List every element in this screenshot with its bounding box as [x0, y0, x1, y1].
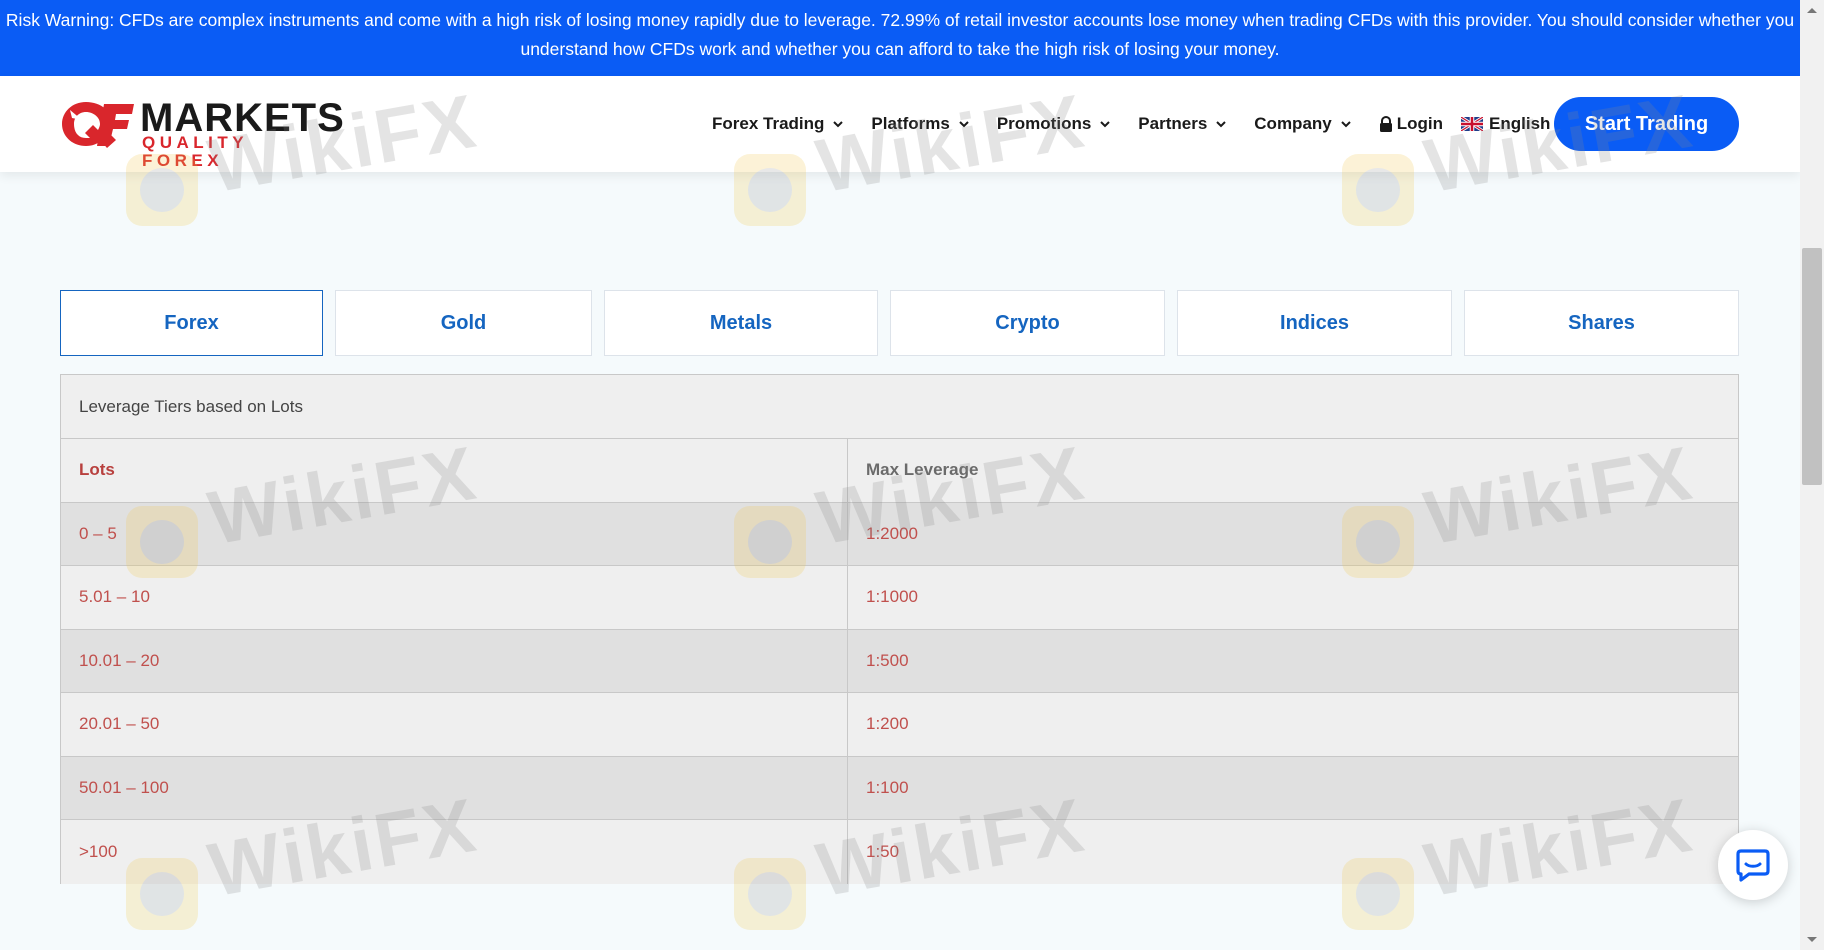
- login-label: Login: [1396, 114, 1444, 133]
- nav-company[interactable]: Company: [1254, 114, 1351, 134]
- site-header: MARKETS QUALITY FOREX Forex Trading Plat…: [0, 76, 1800, 172]
- lots-cell: 50.01 – 100: [61, 756, 848, 819]
- site-logo[interactable]: MARKETS QUALITY FOREX: [60, 98, 344, 170]
- logo-wordmark: MARKETS: [140, 96, 345, 140]
- table-row: 0 – 5 1:2000: [61, 502, 1738, 566]
- chevron-down-icon: [833, 121, 844, 128]
- nav-platforms[interactable]: Platforms: [871, 114, 969, 134]
- tab-gold[interactable]: Gold: [335, 290, 592, 356]
- chevron-down-icon: [959, 121, 969, 128]
- chevron-down-icon: [1216, 121, 1226, 128]
- lots-cell: 0 – 5: [61, 502, 848, 565]
- lots-cell: 20.01 – 50: [61, 693, 848, 756]
- leverage-cell: 1:500: [866, 650, 909, 670]
- leverage-cell: 1:50: [866, 841, 900, 861]
- language-label: English: [1489, 114, 1551, 133]
- lots-cell: 5.01 – 10: [61, 566, 848, 629]
- scroll-up-arrow-icon[interactable]: [1800, 0, 1824, 20]
- scrollbar-thumb[interactable]: [1802, 248, 1822, 485]
- tab-crypto[interactable]: Crypto: [890, 290, 1165, 356]
- table-row: 10.01 – 20 1:500: [61, 629, 1738, 693]
- risk-warning-banner: Risk Warning: CFDs are complex instrumen…: [0, 0, 1800, 76]
- scroll-down-arrow-icon[interactable]: [1800, 930, 1824, 950]
- nav-promotions[interactable]: Promotions: [996, 114, 1111, 134]
- page-scrollbar[interactable]: [1800, 0, 1824, 950]
- lock-icon: [1379, 115, 1392, 132]
- nav-label: Platforms: [871, 114, 950, 133]
- leverage-table: Leverage Tiers based on Lots Lots Max Le…: [60, 374, 1739, 884]
- nav-partners[interactable]: Partners: [1138, 114, 1226, 134]
- tab-metals[interactable]: Metals: [604, 290, 878, 356]
- nav-forex-trading[interactable]: Forex Trading: [712, 114, 844, 134]
- risk-warning-text: Risk Warning: CFDs are complex instrumen…: [5, 10, 1795, 59]
- chat-icon: [1736, 849, 1770, 882]
- table-header-row: Lots Max Leverage: [61, 439, 1738, 503]
- main-nav: Forex Trading Platforms Promotions Partn…: [712, 76, 1570, 172]
- table-row: 5.01 – 10 1:1000: [61, 566, 1738, 630]
- leverage-cell: 1:1000: [866, 587, 918, 607]
- leverage-cell: 1:2000: [866, 523, 918, 543]
- nav-label: Partners: [1138, 114, 1208, 133]
- live-chat-button[interactable]: [1718, 830, 1788, 900]
- tab-indices[interactable]: Indices: [1177, 290, 1452, 356]
- tab-forex[interactable]: Forex: [60, 290, 323, 356]
- qf-logo-icon: [62, 102, 134, 148]
- header-lots: Lots: [61, 439, 848, 502]
- nav-login[interactable]: Login: [1379, 114, 1443, 134]
- nav-label: Forex Trading: [712, 114, 825, 133]
- instrument-tabs: Forex Gold Metals Crypto Indices Shares: [60, 290, 1739, 356]
- table-row: 50.01 – 100 1:100: [61, 756, 1738, 820]
- logo-subtitle: QUALITY FOREX: [142, 133, 248, 170]
- table-row: 20.01 – 50 1:200: [61, 693, 1738, 757]
- tab-shares[interactable]: Shares: [1464, 290, 1739, 356]
- table-caption: Leverage Tiers based on Lots: [61, 375, 1738, 439]
- table-row: >100 1:50: [61, 820, 1738, 884]
- uk-flag-icon: [1461, 117, 1484, 131]
- lots-cell: >100: [61, 820, 848, 884]
- nav-label: Promotions: [996, 114, 1092, 133]
- lots-cell: 10.01 – 20: [61, 629, 848, 692]
- start-trading-button[interactable]: Start Trading: [1554, 97, 1739, 151]
- chevron-down-icon: [1341, 121, 1351, 128]
- leverage-cell: 1:200: [866, 714, 909, 734]
- leverage-cell: 1:100: [866, 777, 909, 797]
- nav-label: Company: [1254, 114, 1332, 133]
- header-max-leverage: Max Leverage: [866, 460, 979, 480]
- chevron-down-icon: [1100, 121, 1111, 128]
